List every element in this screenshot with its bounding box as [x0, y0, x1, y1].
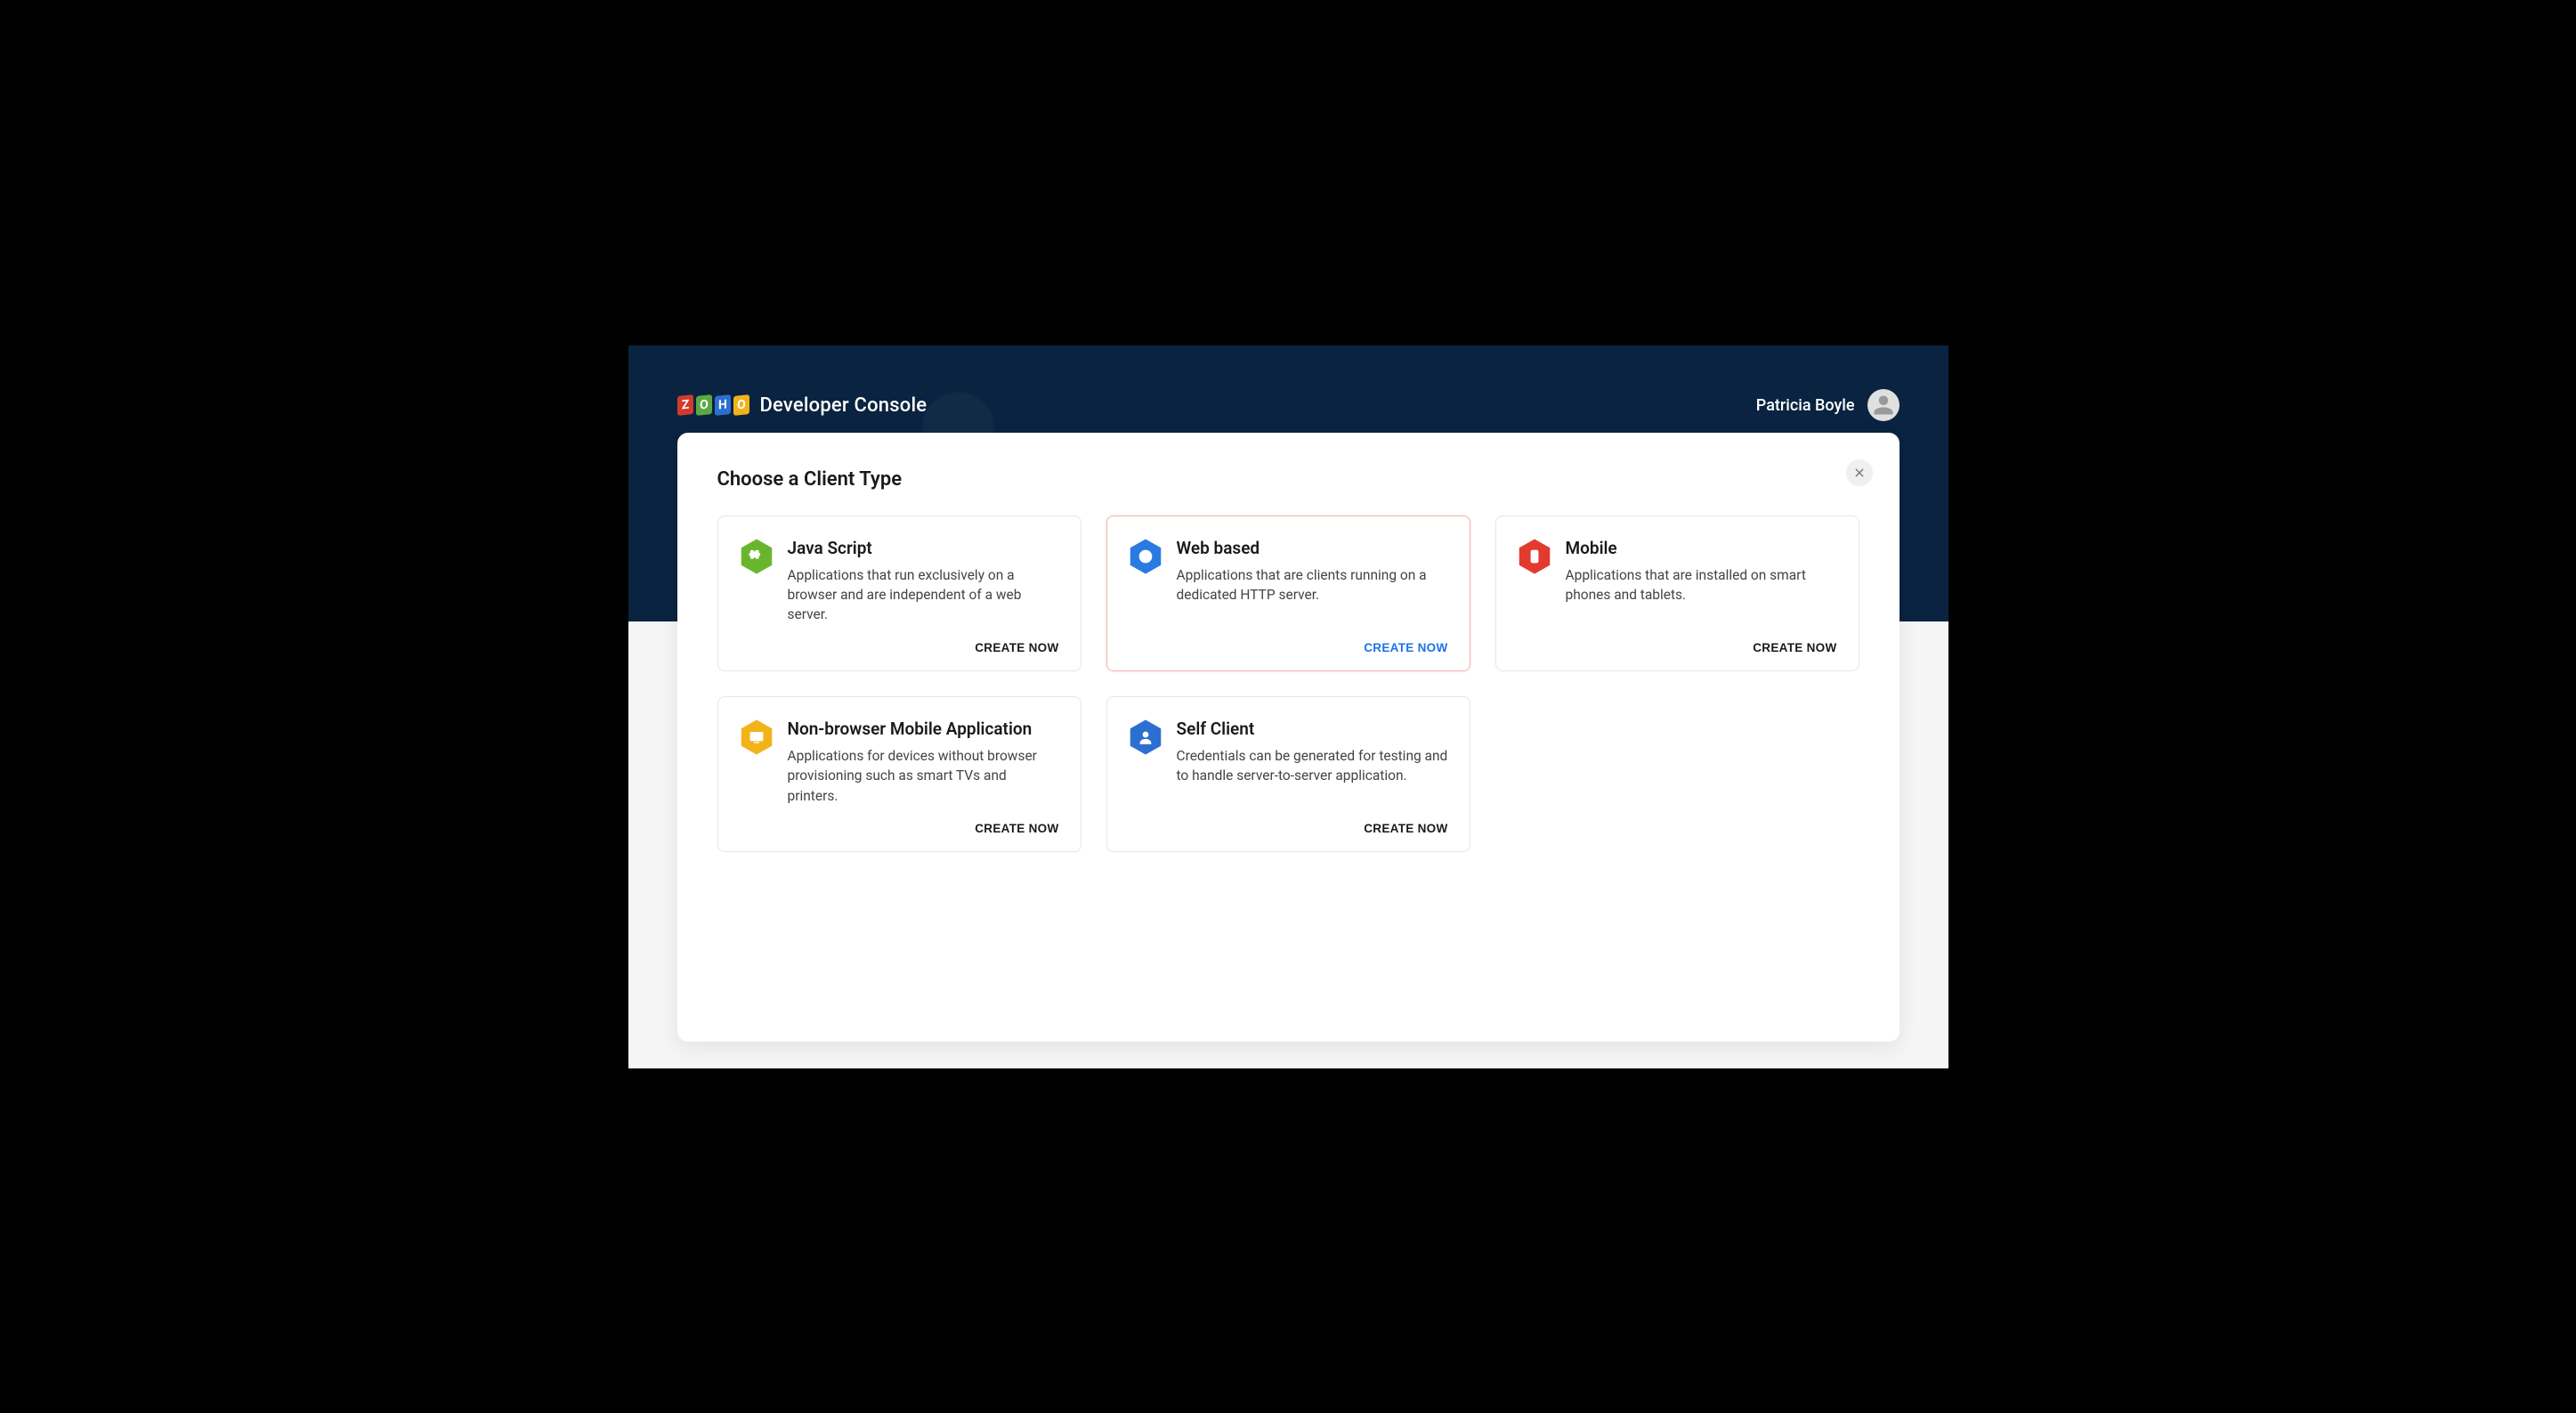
phone-icon — [1518, 538, 1551, 575]
card-head: Java Script Applications that run exclus… — [740, 538, 1059, 625]
client-type-card-nonbrowser[interactable]: Non-browser Mobile Application Applicati… — [717, 696, 1081, 852]
user-area[interactable]: Patricia Boyle — [1756, 389, 1900, 421]
card-head: Non-browser Mobile Application Applicati… — [740, 719, 1059, 806]
card-description: Applications that run exclusively on a b… — [788, 565, 1059, 625]
client-type-card-webbased[interactable]: Web based Applications that are clients … — [1106, 516, 1470, 671]
card-title: Self Client — [1177, 719, 1448, 739]
card-title: Mobile — [1566, 538, 1837, 558]
create-now-button[interactable]: CREATE NOW — [1364, 806, 1447, 835]
logo-letter-o1: O — [696, 394, 712, 416]
card-description: Applications that are clients running on… — [1177, 565, 1448, 605]
card-title: Web based — [1177, 538, 1448, 558]
top-bar: Z O H O Developer Console Patricia Boyle — [628, 345, 1948, 430]
app-title: Developer Console — [760, 394, 928, 417]
globe-icon — [1129, 538, 1162, 575]
logo: Z O H O — [677, 395, 749, 415]
create-now-button[interactable]: CREATE NOW — [1364, 625, 1447, 654]
client-type-panel: Choose a Client Type Java Script Applica… — [677, 433, 1900, 1042]
person-icon — [1871, 393, 1896, 418]
logo-letter-o2: O — [733, 394, 749, 416]
card-description: Applications for devices without browser… — [788, 746, 1059, 806]
create-now-button[interactable]: CREATE NOW — [975, 625, 1058, 654]
close-button[interactable] — [1846, 459, 1873, 486]
panel-title: Choose a Client Type — [717, 468, 1859, 491]
client-type-grid: Java Script Applications that run exclus… — [717, 516, 1859, 853]
brand: Z O H O Developer Console — [677, 394, 928, 417]
app-frame: Z O H O Developer Console Patricia Boyle… — [628, 345, 1948, 1068]
person-icon — [1129, 719, 1162, 756]
logo-letter-z: Z — [677, 394, 693, 416]
tv-icon — [740, 719, 774, 756]
logo-letter-h: H — [715, 394, 731, 416]
card-description: Credentials can be generated for testing… — [1177, 746, 1448, 786]
card-head: Self Client Credentials can be generated… — [1129, 719, 1448, 786]
puzzle-icon — [740, 538, 774, 575]
card-head: Mobile Applications that are installed o… — [1518, 538, 1837, 605]
client-type-card-selfclient[interactable]: Self Client Credentials can be generated… — [1106, 696, 1470, 852]
card-title: Java Script — [788, 538, 1059, 558]
avatar[interactable] — [1867, 389, 1900, 421]
client-type-card-javascript[interactable]: Java Script Applications that run exclus… — [717, 516, 1081, 671]
user-name: Patricia Boyle — [1756, 396, 1855, 415]
close-icon — [1853, 467, 1866, 479]
card-title: Non-browser Mobile Application — [788, 719, 1059, 739]
card-description: Applications that are installed on smart… — [1566, 565, 1837, 605]
create-now-button[interactable]: CREATE NOW — [1753, 625, 1836, 654]
create-now-button[interactable]: CREATE NOW — [975, 806, 1058, 835]
client-type-card-mobile[interactable]: Mobile Applications that are installed o… — [1495, 516, 1859, 671]
card-head: Web based Applications that are clients … — [1129, 538, 1448, 605]
